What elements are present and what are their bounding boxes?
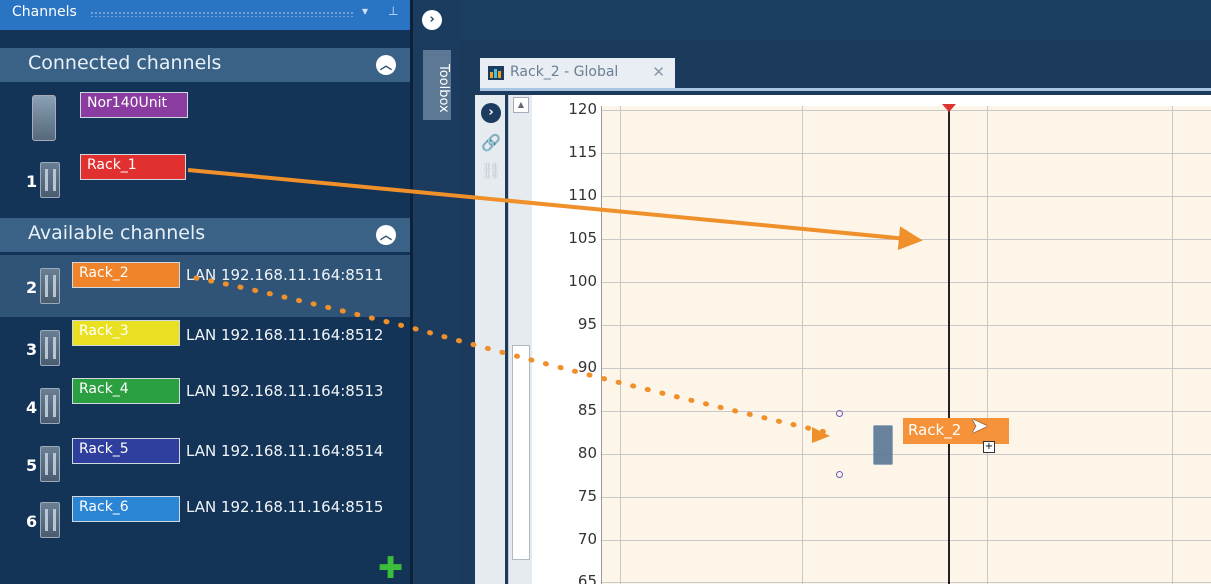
collapse-connected-button[interactable]: ︿	[376, 55, 396, 75]
channel-address: LAN 192.168.11.164:8513	[186, 382, 384, 400]
grid-line	[602, 454, 1211, 455]
plot-area[interactable]	[601, 104, 1211, 584]
toolbox-tab[interactable]: Toolbox	[423, 50, 451, 120]
add-channel-icon[interactable]: ✚	[378, 554, 403, 584]
titlebar-grip	[90, 11, 355, 17]
channel-address: LAN 192.168.11.164:8512	[186, 326, 384, 344]
cursor-marker-icon[interactable]	[942, 104, 956, 112]
connected-channels-title: Connected channels	[28, 52, 222, 74]
rack-icon	[40, 388, 60, 424]
grid-line	[602, 368, 1211, 369]
y-tick-label: 105	[568, 229, 597, 247]
close-icon[interactable]: ✕	[652, 63, 665, 81]
y-tick-label: 65	[577, 572, 597, 584]
scroll-up-icon[interactable]: ▲	[513, 97, 529, 113]
channel-number: 3	[26, 340, 38, 359]
channel-address: LAN 192.168.11.164:8511	[186, 266, 384, 284]
tab-underline	[480, 88, 1211, 91]
toolbox-strip: › Toolbox	[410, 0, 460, 584]
channel-number: 6	[26, 512, 38, 531]
document-area: Rack_2 - Global ✕ › 🔗 ⛓ ▲ 120 115 110 10…	[460, 40, 1211, 584]
channel-number: 1	[26, 172, 38, 191]
pin-icon[interactable]: ⊥	[388, 4, 398, 18]
grid-line	[602, 497, 1211, 498]
channel-number: 4	[26, 398, 38, 417]
tab-label: Rack_2 - Global	[510, 64, 619, 80]
grid-line	[802, 106, 803, 584]
y-tick-label: 80	[577, 444, 597, 462]
chevron-down-icon[interactable]: ▾	[362, 4, 368, 18]
channel-tag-rack-4[interactable]: Rack_4	[72, 378, 180, 404]
channel-number: 5	[26, 456, 38, 475]
chart-toolbar: › 🔗 ⛓	[475, 95, 505, 584]
nor140-unit-icon	[32, 95, 56, 141]
top-bar	[460, 0, 1211, 40]
rack-icon	[40, 162, 60, 198]
expand-toolbox-button[interactable]: ›	[422, 10, 442, 30]
link-icon[interactable]: 🔗	[481, 133, 501, 153]
rack-icon	[40, 330, 60, 366]
rack-icon	[40, 268, 60, 304]
grid-line	[602, 540, 1211, 541]
y-tick-label: 100	[568, 272, 597, 290]
drop-target-dot	[836, 471, 843, 478]
available-channels-title: Available channels	[28, 222, 206, 244]
channel-address: LAN 192.168.11.164:8514	[186, 442, 384, 460]
channel-tag-rack-6[interactable]: Rack_6	[72, 496, 180, 522]
channel-number: 2	[26, 278, 38, 297]
channel-tag-rack-5[interactable]: Rack_5	[72, 438, 180, 464]
cursor-line[interactable]	[948, 106, 950, 584]
y-tick-label: 110	[568, 186, 597, 204]
grid-line	[602, 153, 1211, 154]
channel-address: LAN 192.168.11.164:8515	[186, 498, 384, 516]
grid-line	[602, 411, 1211, 412]
y-tick-label: 75	[577, 487, 597, 505]
grid-line	[602, 325, 1211, 326]
available-channels-header[interactable]: Available channels ︿	[0, 218, 410, 252]
panel-title: Channels	[12, 4, 77, 20]
grid-line	[1172, 106, 1173, 584]
grid-line	[602, 110, 1211, 111]
tab-rack-2-global[interactable]: Rack_2 - Global ✕	[480, 58, 675, 88]
grid-line	[620, 106, 621, 584]
grid-line	[602, 582, 1211, 583]
expand-chart-tools-button[interactable]: ›	[481, 103, 501, 123]
grid-line	[602, 196, 1211, 197]
selected-row-highlight	[0, 255, 410, 317]
vertical-scrollbar[interactable]: ▲	[508, 95, 532, 584]
y-tick-label: 90	[577, 358, 597, 376]
channel-tag-rack-2[interactable]: Rack_2	[72, 262, 180, 288]
channel-tag-nor140unit[interactable]: Nor140Unit	[80, 92, 188, 118]
dragged-rack-icon	[873, 425, 893, 465]
connected-channels-header[interactable]: Connected channels ︿	[0, 48, 410, 82]
grid-line	[987, 106, 988, 584]
y-tick-label: 120	[568, 100, 597, 118]
rack-icon	[40, 502, 60, 538]
y-tick-label: 95	[577, 315, 597, 333]
copy-plus-icon: +	[983, 441, 995, 453]
channel-tag-rack-1[interactable]: Rack_1	[80, 154, 186, 180]
rack-icon	[40, 446, 60, 482]
drop-target-dot	[836, 410, 843, 417]
y-tick-label: 115	[568, 143, 597, 161]
scrollbar-thumb[interactable]	[512, 345, 530, 560]
grid-line	[602, 282, 1211, 283]
collapse-available-button[interactable]: ︿	[376, 225, 396, 245]
y-tick-label: 85	[577, 401, 597, 419]
chart-icon	[488, 66, 504, 80]
y-tick-label: 70	[577, 530, 597, 548]
mouse-pointer-icon: ➤	[970, 414, 989, 439]
channel-tag-rack-3[interactable]: Rack_3	[72, 320, 180, 346]
panel-titlebar: Channels ▾ ⊥	[0, 0, 410, 30]
grid-line	[602, 239, 1211, 240]
channels-panel: Channels ▾ ⊥ Connected channels ︿ Nor140…	[0, 0, 410, 584]
unlink-icon: ⛓	[481, 161, 502, 180]
